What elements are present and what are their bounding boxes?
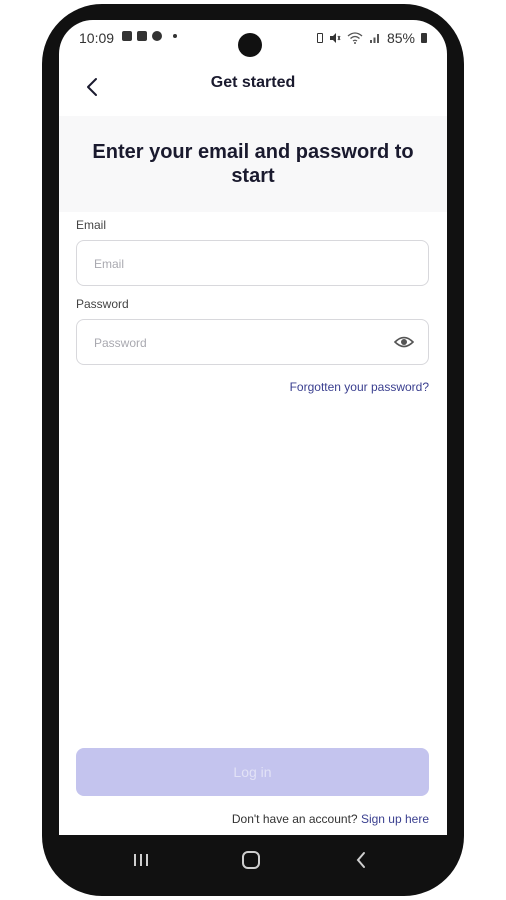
system-nav-bar <box>59 835 447 885</box>
password-field[interactable] <box>92 320 386 366</box>
battery-saver-icon <box>316 33 323 43</box>
signup-link[interactable]: Sign up here <box>361 812 429 826</box>
password-label: Password <box>76 297 129 311</box>
front-camera <box>238 33 262 57</box>
show-password-toggle[interactable] <box>393 333 415 351</box>
mute-icon <box>329 33 341 43</box>
wifi-icon <box>347 32 363 44</box>
gallery-icon <box>122 31 132 41</box>
signup-prompt: Don't have an account? <box>231 812 358 826</box>
status-icons-right: 85% <box>316 30 427 46</box>
eye-icon <box>393 336 415 348</box>
login-button[interactable]: Log in <box>76 748 429 796</box>
password-field-container <box>76 319 429 366</box>
notification-dot-icon <box>173 34 177 38</box>
status-icons-left <box>122 31 177 41</box>
recent-apps-button[interactable] <box>128 847 154 873</box>
checkbox-icon <box>137 31 147 41</box>
email-field[interactable] <box>92 241 386 287</box>
page-title: Get started <box>210 74 296 91</box>
hero-title: Enter your email and password to start <box>92 141 414 187</box>
recent-apps-icon <box>134 854 148 866</box>
battery-icon <box>421 33 427 43</box>
system-back-button[interactable] <box>348 847 374 873</box>
hero-banner: Enter your email and password to start <box>59 116 447 212</box>
home-button[interactable] <box>238 847 264 873</box>
email-label: Email <box>76 218 107 232</box>
signal-icon <box>369 34 379 43</box>
signup-row: Don't have an account? Sign up here <box>232 812 429 826</box>
forgot-password-link[interactable]: Forgotten your password? <box>290 380 429 394</box>
app-screen: 10:09 85% Get started Enter your email a… <box>59 20 447 835</box>
status-time: 10:09 <box>79 30 115 46</box>
messenger-icon <box>152 31 162 41</box>
home-icon <box>242 851 260 869</box>
back-icon <box>356 852 365 868</box>
email-field-container <box>76 240 429 287</box>
battery-percent: 85% <box>386 30 415 46</box>
header: Get started <box>59 64 447 116</box>
